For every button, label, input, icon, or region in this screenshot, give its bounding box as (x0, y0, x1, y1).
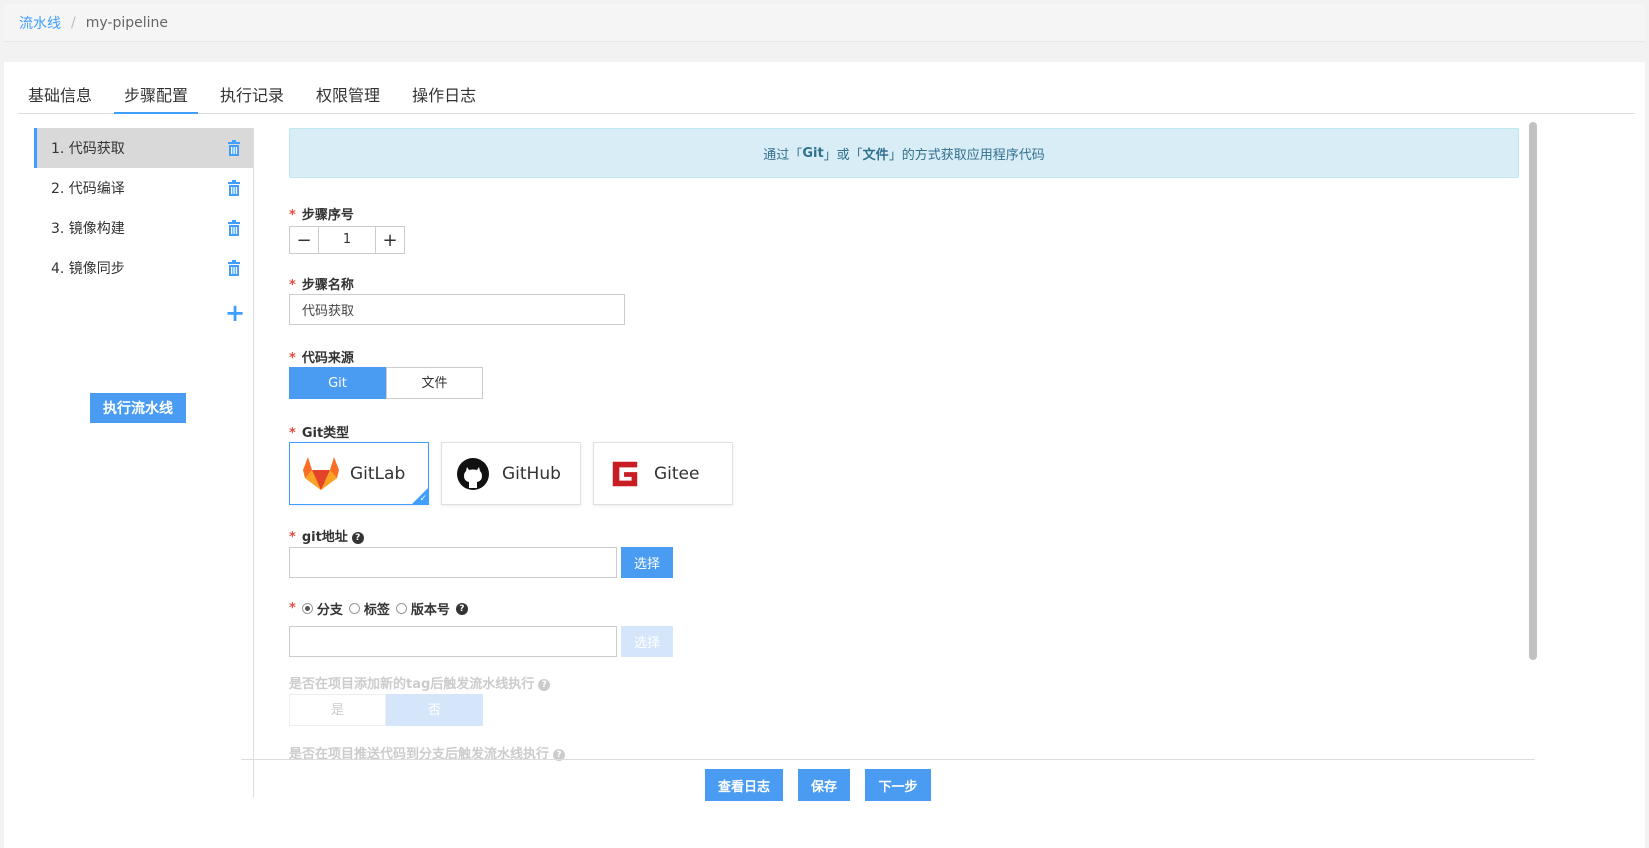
next-step-button[interactable]: 下一步 (865, 769, 931, 801)
git-url-input[interactable] (289, 547, 617, 578)
required-mark: * (289, 351, 296, 366)
git-type-label: GitHub (502, 463, 561, 484)
radio-version-label: 版本号 (410, 603, 450, 618)
code-source-toggle: Git 文件 (289, 367, 483, 399)
tab-operation-log[interactable]: 操作日志 (402, 82, 486, 114)
step-label: 2. 代码编译 (51, 181, 125, 197)
tag-trigger-no[interactable]: 否 (386, 694, 483, 726)
git-url-label: * git地址? (289, 526, 364, 545)
tag-trigger-label: 是否在项目添加新的tag后触发流水线执行? (289, 673, 551, 692)
git-type-gitee[interactable]: Gitee (593, 442, 733, 505)
step-no-stepper: − 1 + (289, 226, 405, 254)
help-icon[interactable]: ? (538, 678, 551, 691)
git-type-label: * Git类型 (289, 422, 349, 441)
step-label: 3. 镜像构建 (51, 221, 125, 237)
run-pipeline-button[interactable]: 执行流水线 (90, 393, 186, 423)
breadcrumb: 流水线 / my-pipeline (4, 4, 1645, 42)
git-type-label: GitLab (350, 463, 406, 484)
trash-icon[interactable] (227, 220, 241, 236)
view-log-button[interactable]: 查看日志 (705, 769, 783, 801)
required-mark: * (289, 426, 296, 441)
ref-type-row: * 分支 标签 版本号 ? (289, 599, 468, 618)
github-logo-icon (454, 455, 492, 493)
info-git: Git (802, 145, 824, 161)
tag-trigger-toggle: 是 否 (289, 694, 483, 726)
plus-icon[interactable]: + (225, 301, 245, 325)
breadcrumb-separator: / (71, 14, 76, 31)
ref-select-button[interactable]: 选择 (621, 626, 673, 657)
step-name-label: * 步骤名称 (289, 274, 354, 293)
check-icon: ✓ (419, 494, 427, 504)
git-type-options: GitLab ✓ GitHub Gitee (289, 442, 745, 505)
minus-icon[interactable]: − (290, 227, 318, 253)
help-icon[interactable]: ? (351, 531, 364, 544)
tab-basic-info[interactable]: 基础信息 (18, 82, 102, 114)
git-type-gitlab[interactable]: GitLab ✓ (289, 442, 429, 505)
git-url-select-button[interactable]: 选择 (621, 547, 673, 578)
step-no-value[interactable]: 1 (318, 227, 376, 253)
breadcrumb-root-link[interactable]: 流水线 (19, 13, 61, 33)
git-type-github[interactable]: GitHub (441, 442, 581, 505)
required-mark: * (289, 530, 296, 545)
step-label: 1. 代码获取 (51, 141, 125, 157)
tag-trigger-yes[interactable]: 是 (289, 694, 386, 726)
gitee-logo-icon (606, 455, 644, 493)
tab-permissions[interactable]: 权限管理 (306, 82, 390, 114)
info-prefix: 通过「 (763, 147, 803, 163)
save-button[interactable]: 保存 (798, 769, 850, 801)
radio-branch[interactable] (301, 603, 313, 614)
git-type-label: Gitee (654, 463, 700, 484)
form-scrollbar[interactable] (1529, 122, 1537, 660)
step-item-image-sync[interactable]: 4. 镜像同步 (34, 248, 253, 288)
main-panel: 基础信息 步骤配置 执行记录 权限管理 操作日志 1. 代码获取 2. 代码编译… (4, 62, 1645, 848)
step-label: 4. 镜像同步 (51, 261, 125, 277)
step-item-code-fetch[interactable]: 1. 代码获取 (34, 128, 253, 168)
info-mid: 」或「 (823, 147, 863, 163)
gitlab-logo-icon (302, 455, 340, 493)
step-item-image-build[interactable]: 3. 镜像构建 (34, 208, 253, 248)
step-no-label-text: 步骤序号 (301, 208, 354, 223)
tag-trigger-label-text: 是否在项目添加新的tag后触发流水线执行 (289, 677, 535, 692)
ref-input[interactable] (289, 626, 617, 657)
radio-tag-label: 标签 (363, 603, 390, 618)
step-name-input[interactable] (289, 294, 625, 325)
required-mark: * (289, 208, 296, 223)
code-source-label-text: 代码来源 (301, 351, 354, 366)
git-type-label-text: Git类型 (301, 426, 350, 441)
radio-branch-label: 分支 (316, 603, 343, 618)
info-suffix: 」的方式获取应用程序代码 (888, 147, 1045, 163)
trash-icon[interactable] (227, 140, 241, 156)
required-mark: * (289, 278, 296, 293)
git-url-label-text: git地址 (301, 530, 348, 545)
step-form: 通过「 Git 」或「 文件 」的方式获取应用程序代码 * 步骤序号 − 1 + * 步骤名… (289, 128, 1555, 818)
source-option-file[interactable]: 文件 (386, 367, 483, 399)
trash-icon[interactable] (227, 180, 241, 196)
tab-run-history[interactable]: 执行记录 (210, 82, 294, 114)
divider (241, 759, 1535, 760)
step-item-code-compile[interactable]: 2. 代码编译 (34, 168, 253, 208)
radio-tag[interactable] (348, 603, 360, 614)
step-sidebar: 1. 代码获取 2. 代码编译 3. 镜像构建 4. 镜像同步 + 执行流水线 (34, 128, 254, 798)
help-icon[interactable]: ? (455, 602, 468, 615)
tab-step-config[interactable]: 步骤配置 (114, 82, 199, 114)
breadcrumb-current: my-pipeline (85, 14, 168, 31)
step-name-label-text: 步骤名称 (301, 278, 354, 293)
info-file: 文件 (862, 147, 889, 163)
code-source-label: * 代码来源 (289, 347, 354, 366)
plus-icon[interactable]: + (376, 227, 404, 253)
step-no-label: * 步骤序号 (289, 204, 354, 223)
trash-icon[interactable] (227, 260, 241, 276)
source-option-git[interactable]: Git (289, 367, 386, 399)
tab-bar: 基础信息 步骤配置 执行记录 权限管理 操作日志 (18, 82, 1635, 114)
radio-version[interactable] (395, 603, 407, 614)
required-mark: * (289, 601, 296, 616)
info-banner: 通过「 Git 」或「 文件 」的方式获取应用程序代码 (289, 128, 1519, 178)
